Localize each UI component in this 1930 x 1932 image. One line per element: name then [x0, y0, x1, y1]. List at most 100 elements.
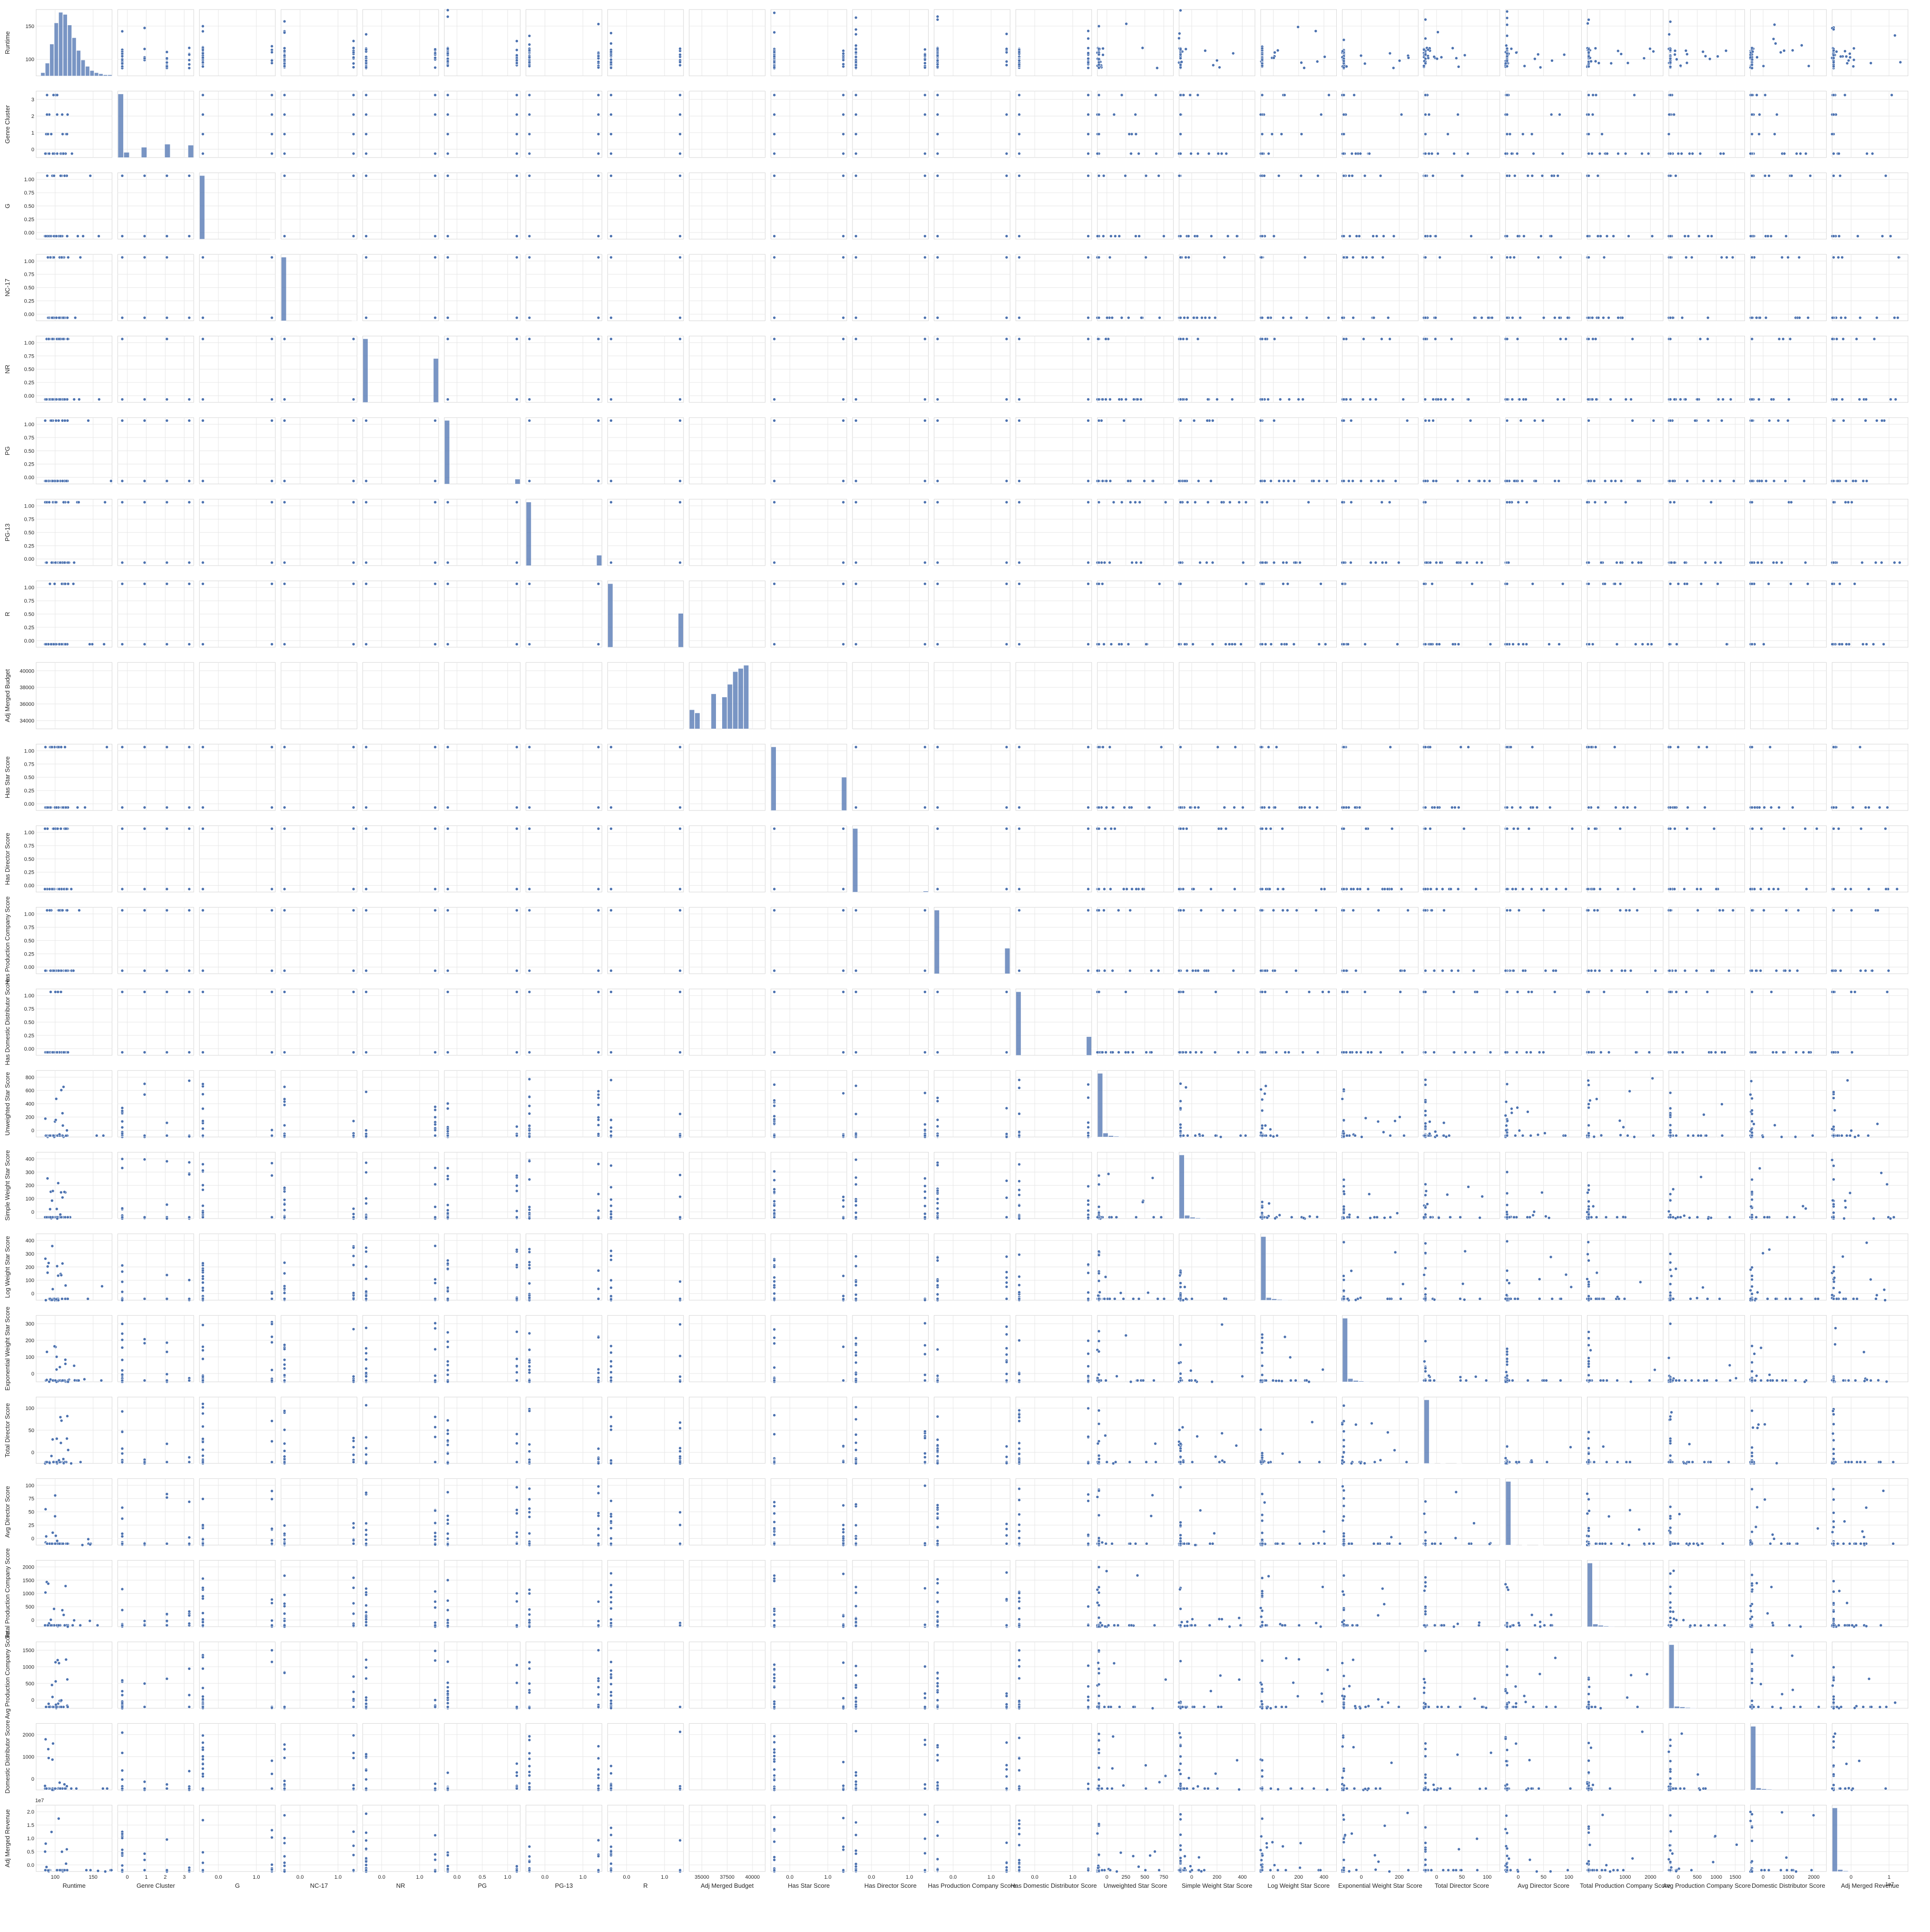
scatter-point [854, 316, 857, 319]
scatter-point [528, 175, 531, 177]
scatter-point [609, 58, 612, 61]
scatter-point [59, 234, 62, 237]
subplot-frame [199, 91, 275, 158]
scatter-point [1674, 49, 1676, 52]
scatter-point [1204, 316, 1207, 319]
histogram-bar [188, 145, 193, 157]
scatter-point [1749, 152, 1752, 155]
subplot-r3-c20 [1667, 254, 1745, 321]
scatter-point [1087, 37, 1090, 40]
scatter-point [1005, 113, 1008, 116]
scatter-point [1832, 57, 1835, 59]
scatter-point [773, 60, 776, 63]
scatter-point [1375, 234, 1378, 237]
scatter-point [1804, 152, 1807, 155]
scatter-point [1627, 234, 1630, 237]
subplot-frame [526, 91, 602, 158]
scatter-point [1360, 54, 1362, 57]
subplot-r3-c5 [444, 254, 520, 321]
scatter-point [515, 133, 518, 136]
scatter-point [1358, 234, 1361, 237]
scatter-point [1005, 234, 1008, 237]
scatter-point [923, 48, 926, 51]
subplot-r1-c0: Genre Cluster0123 [4, 91, 112, 158]
scatter-point [1527, 175, 1529, 177]
scatter-point [1759, 316, 1762, 319]
scatter-point [1372, 256, 1374, 259]
scatter-point [61, 133, 64, 136]
scatter-point [1590, 152, 1593, 155]
scatter-point [679, 256, 682, 259]
y-axis-label: Runtime [4, 31, 11, 54]
scatter-point [283, 94, 286, 97]
scatter-point [1506, 113, 1509, 116]
scatter-point [1846, 62, 1849, 65]
scatter-point [1669, 20, 1672, 23]
scatter-point [936, 94, 939, 97]
scatter-point [1118, 398, 1121, 401]
scatter-point [1591, 316, 1594, 319]
scatter-point [1105, 338, 1107, 341]
scatter-point [1005, 64, 1008, 67]
scatter-point [1519, 316, 1522, 319]
scatter-point [1018, 152, 1020, 155]
subplot-r1-c10 [852, 91, 929, 158]
scatter-point [201, 30, 204, 33]
scatter-point [1457, 65, 1460, 68]
scatter-point [528, 316, 531, 319]
scatter-point [1597, 175, 1599, 177]
scatter-point [679, 113, 682, 116]
subplot-r0-c8 [689, 10, 765, 76]
scatter-point [515, 234, 518, 237]
scatter-point [1218, 66, 1221, 69]
scatter-point [842, 398, 845, 401]
scatter-point [1179, 398, 1182, 401]
scatter-point [143, 398, 146, 401]
scatter-point [1097, 398, 1100, 401]
scatter-point [1781, 256, 1783, 259]
scatter-point [1192, 316, 1195, 319]
scatter-point [166, 61, 168, 64]
scatter-point [1342, 256, 1345, 259]
scatter-point [1273, 234, 1275, 237]
scatter-point [121, 338, 124, 341]
subplot-r4-c2 [199, 336, 275, 402]
scatter-point [1283, 94, 1286, 97]
scatter-point [1261, 94, 1264, 97]
scatter-point [1196, 152, 1199, 155]
scatter-point [1679, 64, 1682, 67]
scatter-point [1097, 48, 1100, 50]
scatter-point [679, 398, 682, 401]
subplot-r2-c6 [526, 173, 602, 239]
scatter-point [1145, 256, 1147, 259]
scatter-point [271, 113, 274, 116]
subplot-r1-c7 [607, 91, 684, 158]
subplot-r1-c20 [1667, 91, 1745, 158]
subplot-r3-c4 [362, 254, 439, 321]
scatter-point [1352, 316, 1355, 319]
scatter-point [143, 27, 146, 29]
scatter-point [1706, 316, 1709, 319]
subplot-frame [934, 10, 1010, 76]
scatter-point [1768, 175, 1771, 177]
subplot-r1-c11 [934, 91, 1010, 158]
scatter-point [1506, 23, 1509, 26]
scatter-point [1669, 65, 1672, 68]
scatter-point [1407, 57, 1410, 59]
subplot-r4-c1 [118, 336, 194, 402]
scatter-point [1470, 234, 1473, 237]
scatter-point [854, 94, 857, 97]
scatter-point [1557, 175, 1559, 177]
scatter-point [1561, 152, 1564, 155]
scatter-point [1633, 94, 1636, 97]
scatter-point [1688, 152, 1691, 155]
scatter-point [1597, 62, 1600, 65]
scatter-point [1179, 152, 1182, 155]
scatter-point [1433, 55, 1436, 58]
scatter-point [1587, 65, 1590, 68]
y-tick-label: 1.00 [24, 177, 34, 183]
scatter-point [1261, 398, 1264, 401]
scatter-point [515, 39, 518, 42]
scatter-point [1005, 316, 1008, 319]
scatter-point [1607, 316, 1610, 319]
